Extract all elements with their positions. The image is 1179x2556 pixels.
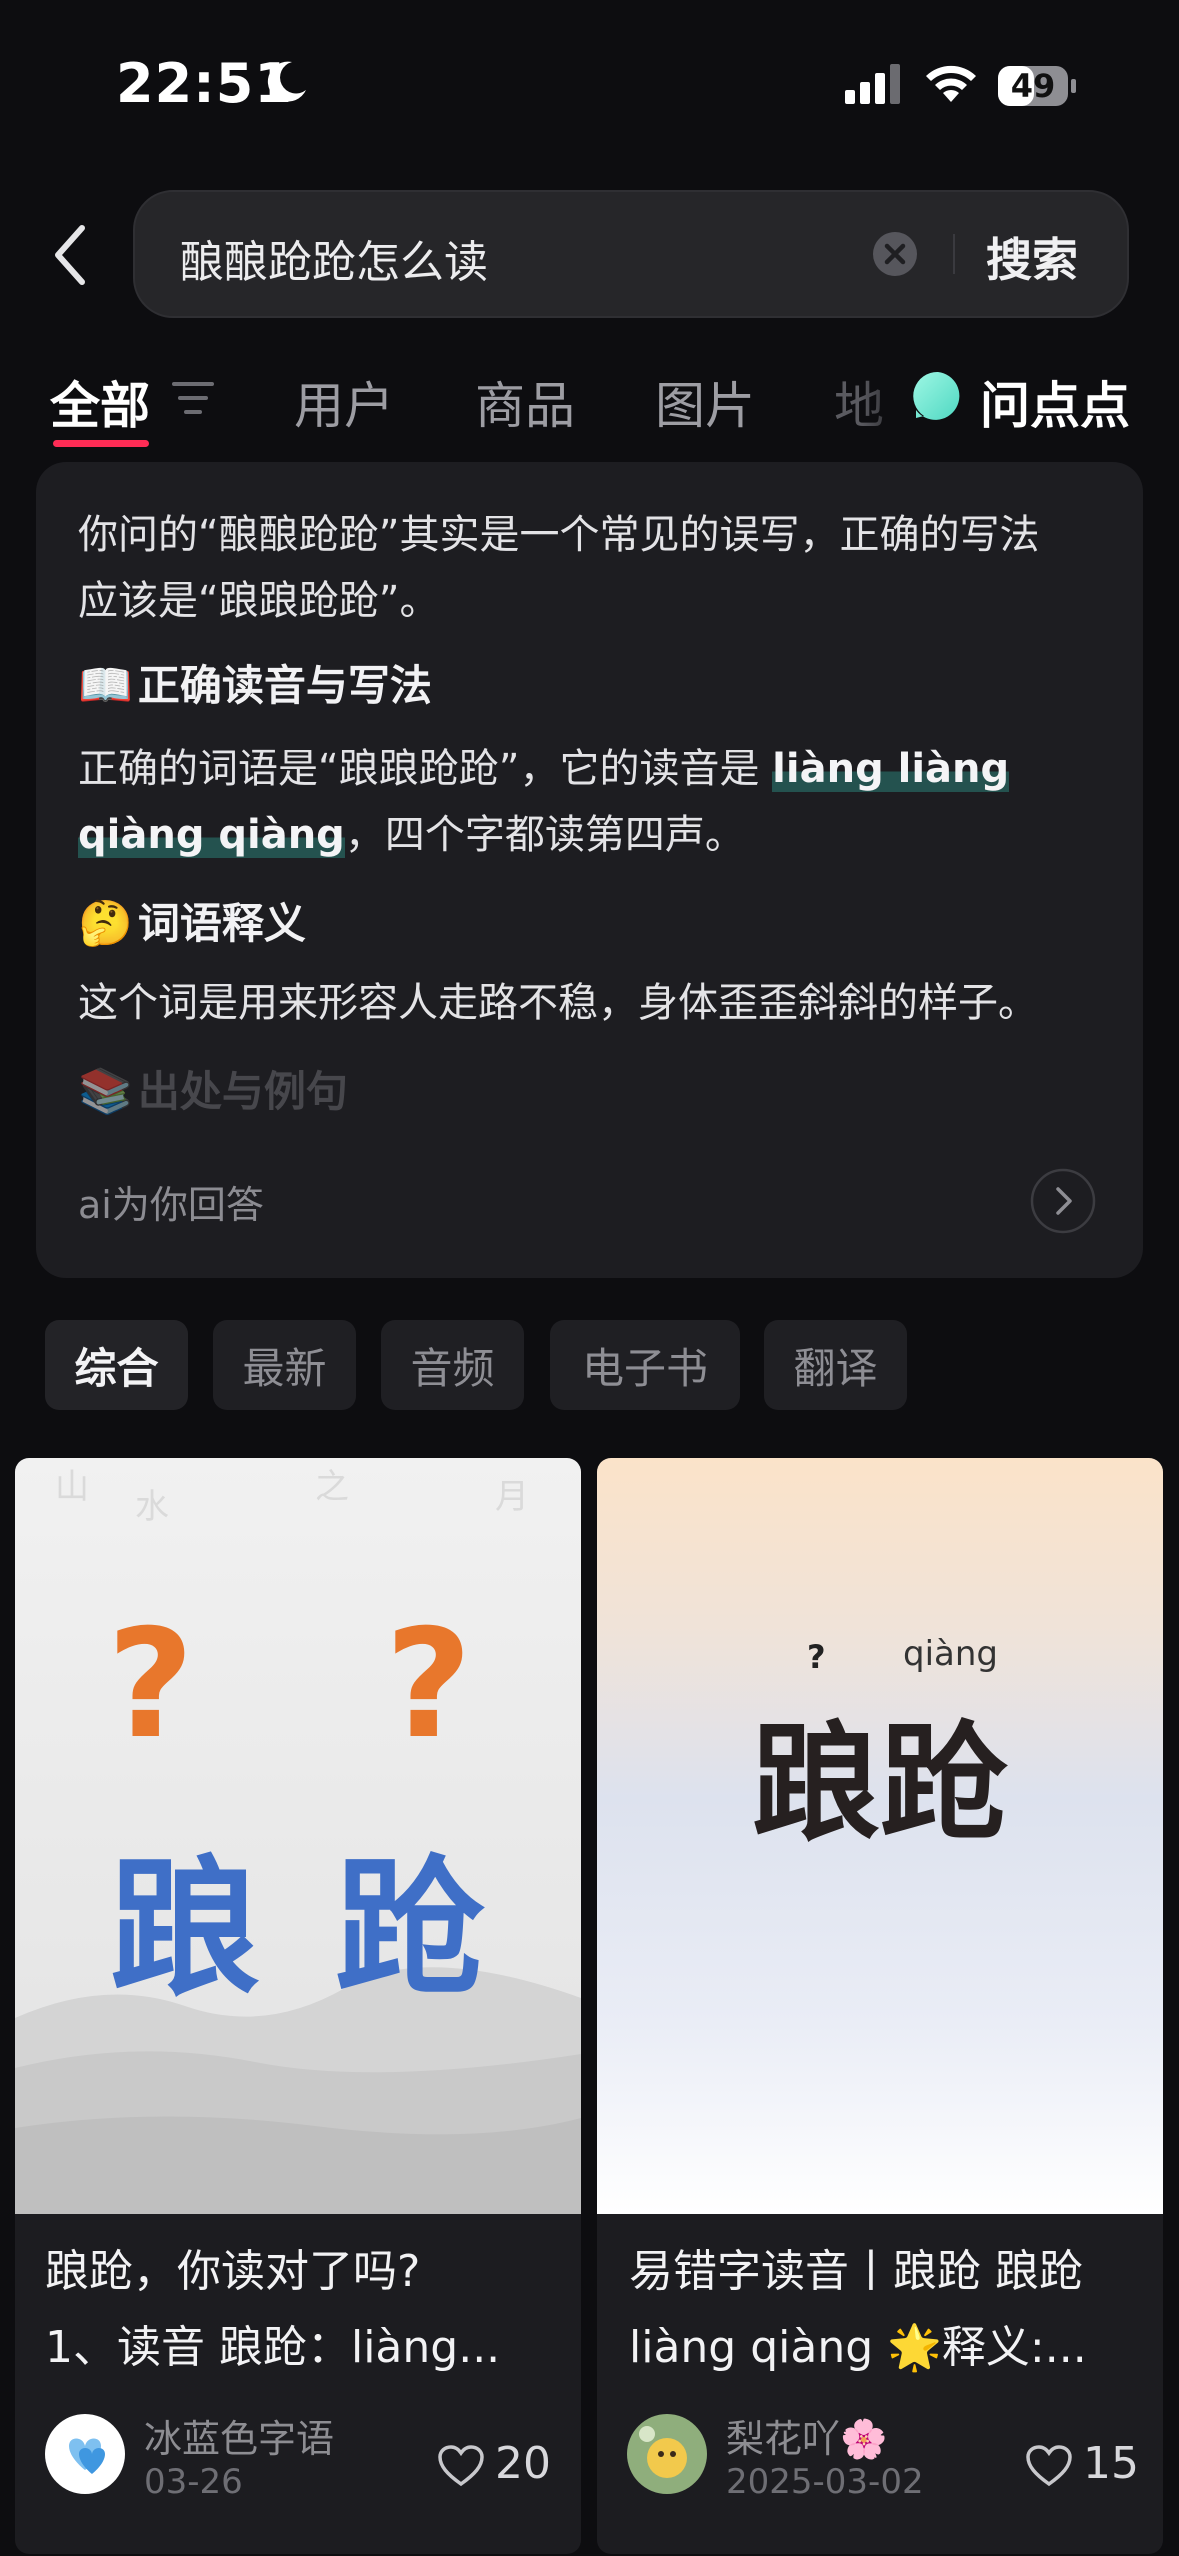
search-button[interactable]: 搜索 — [986, 224, 1078, 290]
cover-mark: ? — [807, 1638, 826, 1676]
ai-intro-line2: 应该是“踉踉跄跄”。 — [78, 578, 440, 624]
tab-active-indicator — [53, 440, 149, 447]
ai-reading-line1: 正确的词语是“踉踉跄跄”，它的读音是 liàng liàng — [78, 736, 1010, 802]
section-title: 正确读音与写法 — [137, 661, 432, 710]
search-divider — [953, 234, 955, 274]
tab-images[interactable]: 图片 — [655, 366, 755, 438]
section-title: 词语释义 — [137, 899, 306, 948]
card-title-line1: 踉跄，你读对了吗? — [45, 2246, 421, 2297]
wendiandian-icon[interactable] — [912, 370, 964, 422]
ai-reading-line2: qiàng qiàng，四个字都读第四声。 — [78, 802, 745, 868]
card-title-line1: 易错字读音丨踉跄 踉跄 — [629, 2246, 1083, 2297]
svg-text:之: 之 — [315, 1467, 349, 1507]
section-heading-meaning: 🤔 词语释义 — [78, 890, 306, 951]
post-date: 03-26 — [144, 2462, 243, 2502]
svg-text:水: 水 — [135, 1487, 169, 1527]
clear-icon[interactable] — [872, 231, 918, 277]
like-count: 15 — [1083, 2438, 1139, 2489]
like-icon[interactable] — [437, 2444, 485, 2488]
reading-text: 正确的词语是“踉踉跄跄”，它的读音是 — [78, 746, 773, 792]
ai-intro-line1: 你问的“酿酿跄跄”其实是一个常见的误写，正确的写法 — [78, 512, 1040, 558]
question-mark: ? — [385, 1598, 473, 1772]
cover-pinyin: qiàng — [903, 1634, 998, 1674]
card-title-line2: liàng qiàng 🌟释义:... — [629, 2322, 1087, 2373]
author-name[interactable]: 梨花吖🌸 — [726, 2408, 887, 2463]
chip-audio[interactable]: 音频 — [381, 1320, 524, 1410]
svg-text:月: 月 — [495, 1477, 529, 1517]
section-title: 出处与例句 — [137, 1067, 348, 1116]
post-date: 2025-03-02 — [726, 2462, 924, 2502]
author-name[interactable]: 冰蓝色字语 — [144, 2408, 334, 2463]
chip-ebook[interactable]: 电子书 — [550, 1320, 740, 1410]
reading-text: ，四个字都读第四声。 — [344, 812, 745, 858]
tab-products[interactable]: 商品 — [475, 366, 575, 438]
avatar[interactable] — [627, 2414, 707, 2494]
wifi-icon — [926, 65, 976, 102]
like-icon[interactable] — [1025, 2444, 1073, 2488]
tab-wendiandian[interactable]: 问点点 — [980, 366, 1130, 438]
tab-all[interactable]: 全部 — [50, 366, 150, 438]
tab-users[interactable]: 用户 — [294, 366, 394, 438]
back-icon[interactable] — [48, 220, 92, 290]
card-cover-image: 山水之月 — [15, 1458, 581, 2214]
section-heading-reading: 📖 正确读音与写法 — [78, 652, 432, 713]
books-icon: 📚 — [78, 1066, 133, 1117]
chip-comprehensive[interactable]: 综合 — [45, 1320, 188, 1410]
battery-icon: 49 — [997, 64, 1077, 108]
filter-icon[interactable] — [170, 378, 216, 418]
result-card[interactable]: ? qiàng 踉跄 易错字读音丨踉跄 踉跄 liàng qiàng 🌟释义:.… — [597, 1458, 1163, 2554]
result-card[interactable]: 山水之月 ? ? 踉 跄 踉跄，你读对了吗? 1、读音 踉跄：liàng... … — [15, 1458, 581, 2554]
battery-level: 49 — [1010, 67, 1056, 105]
card-title-line2: 1、读音 踉跄：liàng... — [45, 2322, 501, 2373]
book-icon: 📖 — [78, 660, 133, 711]
section-heading-source: 📚 出处与例句 — [78, 1058, 348, 1119]
svg-text:山: 山 — [55, 1467, 89, 1507]
ai-answer-label: ai为你回答 — [78, 1183, 264, 1227]
cellular-signal-icon — [845, 64, 900, 104]
cover-char: 踉 — [110, 1843, 261, 2017]
search-input[interactable]: 酿酿跄跄怎么读 — [180, 226, 488, 290]
chip-latest[interactable]: 最新 — [213, 1320, 356, 1410]
avatar[interactable] — [45, 2414, 125, 2494]
pinyin-highlight: liàng liàng — [772, 746, 1010, 792]
moon-icon — [267, 61, 306, 102]
pinyin-highlight: qiàng qiàng — [78, 812, 345, 858]
thinking-face-icon: 🤔 — [78, 898, 133, 949]
chevron-right-icon[interactable] — [1030, 1168, 1096, 1234]
cover-char: 跄 — [335, 1843, 486, 2017]
chip-translate[interactable]: 翻译 — [764, 1320, 907, 1410]
cover-word: 踉跄 — [752, 1710, 1009, 1859]
question-mark: ? — [107, 1598, 195, 1772]
tabs-fade — [860, 345, 920, 455]
like-count: 20 — [495, 2438, 551, 2489]
ai-meaning-text: 这个词是用来形容人走路不稳，身体歪歪斜斜的样子。 — [78, 980, 1038, 1026]
